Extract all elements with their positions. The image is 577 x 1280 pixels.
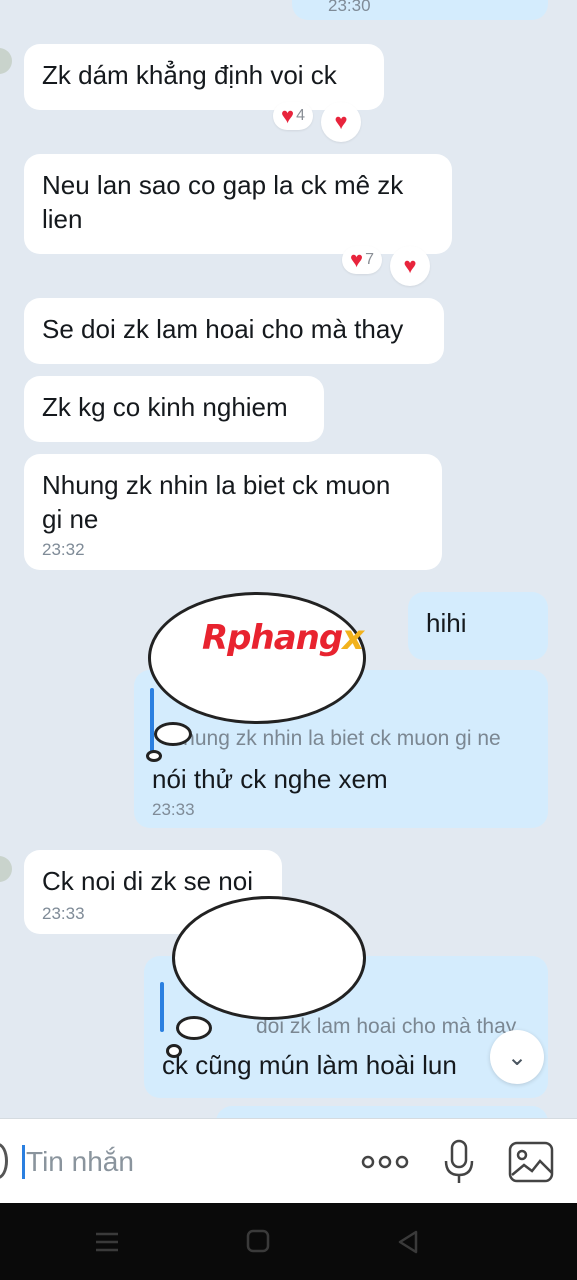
message-time: 23:32 [42, 540, 85, 559]
message-time: 23:30 [328, 0, 371, 15]
emoji-button-partial[interactable] [0, 1143, 8, 1179]
message-time: 23:33 [152, 800, 195, 819]
reaction-bar[interactable]: ♥ 4 ♥ [273, 102, 361, 142]
watermark-logo: Rphangx [202, 618, 364, 658]
text-cursor [22, 1145, 25, 1179]
message-input-bar: Tin nhắn [0, 1118, 577, 1203]
quote-bar [160, 982, 164, 1032]
reaction-count-pill[interactable]: ♥ 7 [342, 246, 382, 274]
avatar[interactable] [0, 856, 12, 882]
message-bubble[interactable]: Zk dám khẳng định voi ck [24, 44, 384, 110]
avatar[interactable] [0, 48, 12, 74]
recent-apps-icon[interactable] [94, 1231, 120, 1253]
redaction-scribble-small [166, 1044, 182, 1058]
message-bubble-partial[interactable]: 23:30 [292, 0, 548, 20]
message-bubble[interactable]: Zk kg co kinh nghiem [24, 376, 324, 442]
chat-area[interactable]: 23:30 Zk dám khẳng định voi ck ♥ 4 ♥ Neu… [0, 0, 577, 1118]
more-dots-icon[interactable] [360, 1153, 410, 1171]
redaction-scribble [148, 592, 366, 724]
heart-icon: ♥ [281, 103, 295, 128]
back-icon[interactable] [396, 1229, 420, 1255]
home-icon[interactable] [246, 1229, 270, 1253]
message-text-line: Neu lan sao co gap la ck mê zk [42, 170, 404, 200]
scroll-to-bottom-button[interactable]: ⌄ [490, 1030, 544, 1084]
redaction-scribble-small [146, 750, 162, 762]
message-text: Zk kg co kinh nghiem [42, 392, 288, 422]
message-text: Se doi zk lam hoai cho mà thay [42, 314, 404, 344]
microphone-icon[interactable] [442, 1139, 476, 1185]
message-bubble-partial[interactable] [216, 1106, 548, 1118]
redaction-scribble-small [176, 1016, 212, 1040]
message-text: hihi [426, 608, 467, 638]
quoted-message-text: Nhung zk nhin la biet ck muon gi ne [168, 727, 501, 750]
message-bubble-outgoing[interactable]: hihi [408, 592, 548, 660]
chevron-double-down-icon: ⌄ [506, 1043, 528, 1071]
message-text-line: gi ne [42, 504, 99, 534]
reaction-count-pill[interactable]: ♥ 4 [273, 102, 313, 130]
react-button[interactable]: ♥ [389, 246, 430, 286]
message-input[interactable]: Tin nhắn [26, 1145, 134, 1179]
reaction-count: 7 [365, 251, 374, 268]
heart-icon: ♥ [403, 253, 417, 278]
message-bubble[interactable]: Neu lan sao co gap la ck mê zk lien [24, 154, 452, 254]
redaction-scribble [172, 896, 366, 1020]
message-text: Ck noi di zk se noi [42, 866, 253, 896]
image-icon[interactable] [508, 1141, 554, 1183]
reaction-count: 4 [296, 107, 305, 124]
message-bubble[interactable]: Nhung zk nhin la biet ck muon gi ne 23:3… [24, 454, 442, 570]
message-text-line: Nhung zk nhin la biet ck muon [42, 470, 391, 500]
reaction-bar[interactable]: ♥ 7 ♥ [342, 246, 430, 286]
heart-icon: ♥ [334, 109, 348, 134]
message-text: Zk dám khẳng định voi ck [42, 60, 337, 90]
message-text: nói thử ck nghe xem [152, 764, 388, 794]
system-navigation-bar [0, 1203, 577, 1280]
heart-icon: ♥ [350, 247, 364, 272]
message-text-line: lien [42, 204, 83, 234]
message-bubble[interactable]: Se doi zk lam hoai cho mà thay [24, 298, 444, 364]
redaction-scribble-small [154, 722, 192, 746]
message-text: ck cũng mún làm hoài lun [162, 1050, 457, 1080]
react-button[interactable]: ♥ [320, 102, 361, 142]
